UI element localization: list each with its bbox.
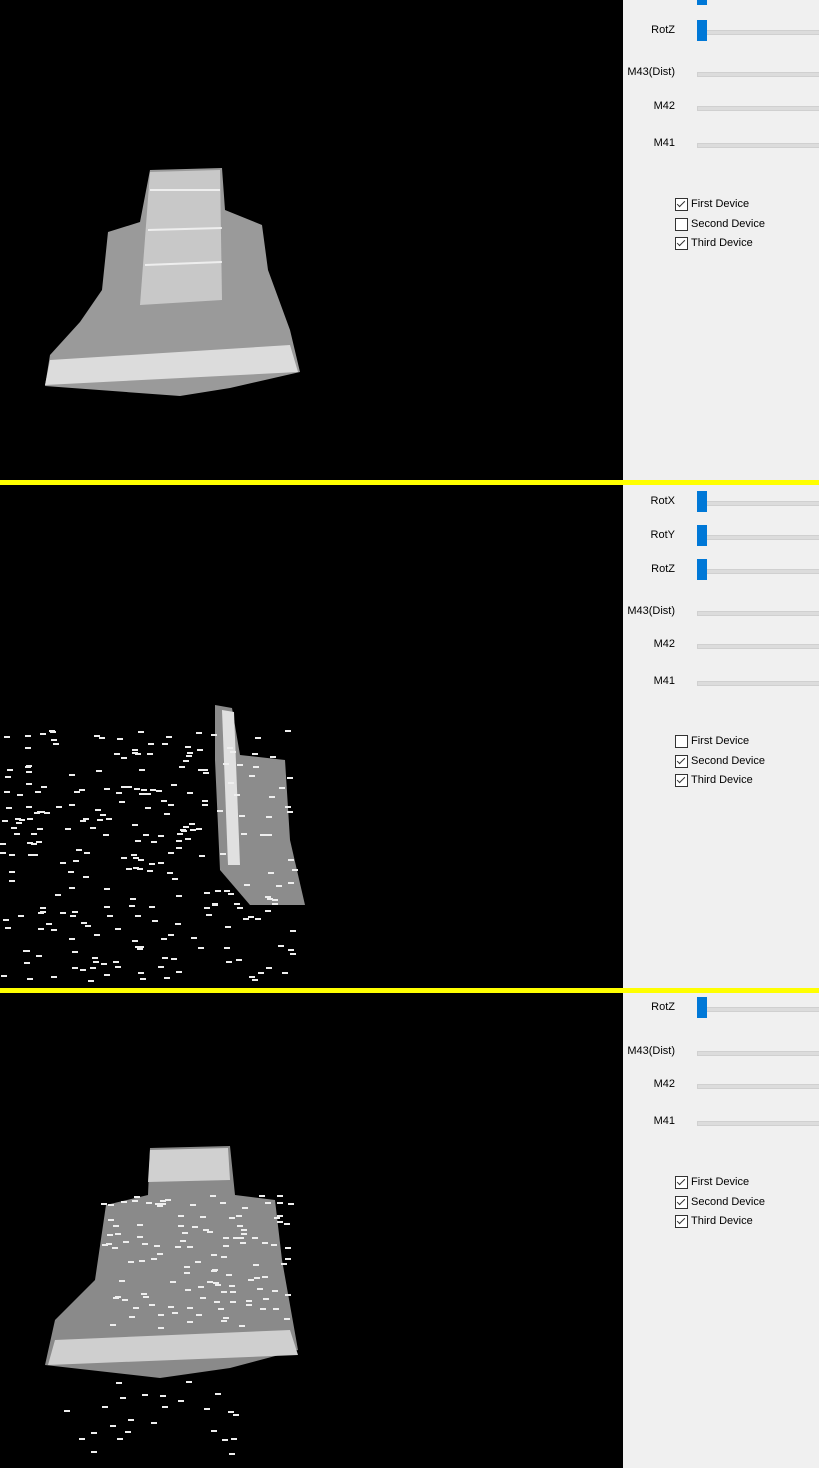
3d-render [0,705,305,982]
checkbox-icon[interactable] [675,236,688,250]
device-label: Third Device [691,237,753,249]
m41-label: M41 [653,675,675,687]
m41-slider-track[interactable] [697,1121,819,1126]
device-checkbox-1[interactable]: First Device [675,1175,749,1189]
checkbox-icon[interactable] [675,1175,688,1189]
m43-dist-label: M43(Dist) [627,605,675,617]
m42-slider-track[interactable] [697,1084,819,1089]
control-panel: RotZ M43(Dist) M42 M41 First Device Second De… [623,0,819,480]
rotz-label: RotZ [651,24,675,36]
rotz-slider-track[interactable] [697,30,819,35]
m42-label: M42 [653,638,675,650]
3d-render [45,168,300,396]
device-label: Third Device [691,774,753,786]
m43-dist-label: M43(Dist) [627,66,675,78]
m43-dist-slider-track[interactable] [697,72,819,77]
rotz-slider-handle[interactable] [697,559,707,580]
rotx-label: RotX [650,495,675,507]
checkbox-icon[interactable] [675,734,688,748]
3d-render [45,1146,298,1455]
m42-slider-track[interactable] [697,106,819,111]
checkbox-icon[interactable] [675,754,688,768]
checkbox-icon[interactable] [675,1214,688,1228]
rotz-slider-handle[interactable] [697,20,707,41]
device-checkbox-2[interactable]: Second Device [675,1195,765,1209]
rotz-slider-track[interactable] [697,1007,819,1012]
m42-label: M42 [653,1078,675,1090]
first-view[interactable] [0,0,623,480]
device-label: Second Device [691,755,765,767]
m43-dist-slider-track[interactable] [697,1051,819,1056]
rotx-slider-track[interactable] [697,501,819,506]
checkbox-icon[interactable] [675,197,688,211]
checkbox-icon[interactable] [675,773,688,787]
device-checkbox-3[interactable]: Third Device [675,236,753,250]
device-label: First Device [691,1176,750,1188]
device-checkbox-1[interactable]: First Device [675,197,749,211]
slider-slider-handle[interactable] [697,0,707,5]
roty-slider-handle[interactable] [697,525,707,546]
device-checkbox-2[interactable]: Second Device [675,754,765,768]
m41-slider-track[interactable] [697,681,819,686]
m41-slider-track[interactable] [697,143,819,148]
control-panel: RotX RotY RotZ M43(Dist) M42 M41 First Device S… [623,485,819,988]
m41-label: M41 [653,1115,675,1127]
device-label: First Device [691,735,750,747]
roty-label: RotY [650,529,675,541]
device-checkbox-1[interactable]: First Device [675,734,749,748]
control-panel: RotZ M43(Dist) M42 M41 First Device Second De… [623,993,819,1468]
device-checkbox-3[interactable]: Third Device [675,773,753,787]
m41-label: M41 [653,137,675,149]
third-view[interactable] [0,993,623,1468]
rotz-label: RotZ [651,1001,675,1013]
m43-dist-slider-track[interactable] [697,611,819,616]
m43-dist-label: M43(Dist) [627,1045,675,1057]
rotz-slider-track[interactable] [697,569,819,574]
rotz-label: RotZ [651,563,675,575]
device-label: Second Device [691,1196,765,1208]
m42-label: M42 [653,100,675,112]
device-label: Second Device [691,218,765,230]
checkbox-icon[interactable] [675,1195,688,1209]
m42-slider-track[interactable] [697,644,819,649]
roty-slider-track[interactable] [697,535,819,540]
device-label: First Device [691,198,750,210]
rotx-slider-handle[interactable] [697,491,707,512]
device-label: Third Device [691,1215,753,1227]
device-checkbox-2[interactable]: Second Device [675,217,765,231]
rotz-slider-handle[interactable] [697,997,707,1018]
device-checkbox-3[interactable]: Third Device [675,1214,753,1228]
second-view[interactable] [0,485,623,988]
checkbox-icon[interactable] [675,217,688,231]
